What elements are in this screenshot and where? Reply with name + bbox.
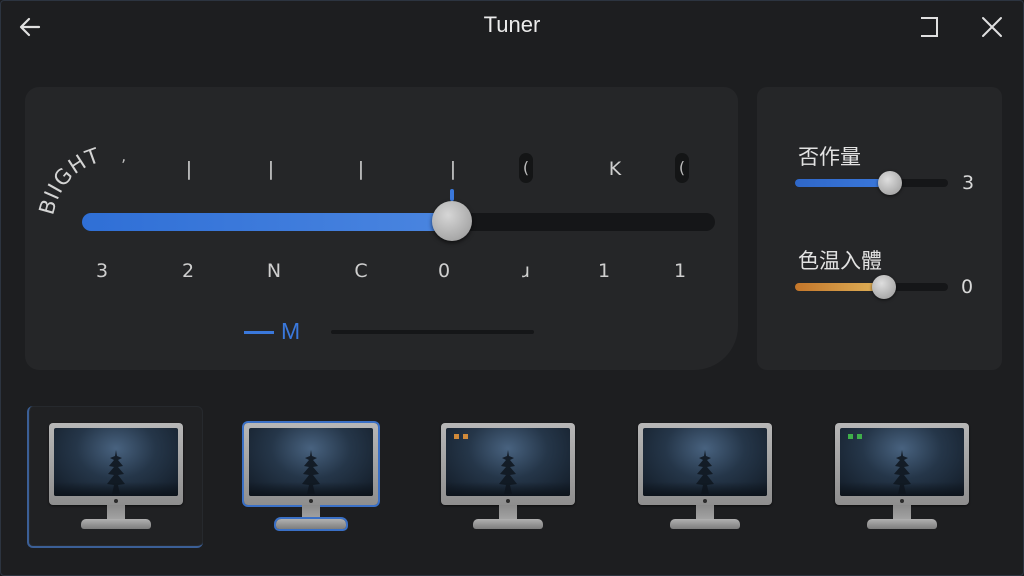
monitor-icon [441, 423, 575, 535]
side-slider-1-value: 3 [962, 172, 975, 194]
preset-badge-icon [463, 434, 468, 439]
scale-number: ɹ [522, 260, 530, 282]
adjustments-panel [757, 87, 1002, 370]
monitor-bezel [49, 423, 183, 505]
tick-mark: K [608, 158, 622, 180]
tick-pill-text: ( [678, 158, 686, 177]
monitor-bezel [638, 423, 772, 505]
monitor-icon [835, 423, 969, 535]
monitor-icon [244, 423, 378, 535]
screen-ground [446, 482, 570, 496]
preset-badge-icon [848, 434, 853, 439]
preset-tile[interactable] [618, 406, 792, 546]
power-dot [309, 499, 313, 503]
close-icon [982, 17, 1002, 37]
side-slider-1[interactable] [795, 171, 948, 195]
close-button[interactable] [978, 13, 1006, 41]
title-bar: Tuner [1, 1, 1023, 53]
monitor-bezel [835, 423, 969, 505]
side-slider-2-value: 0 [961, 276, 974, 298]
mode-track[interactable] [331, 330, 534, 334]
side-slider-label: 色温入體 [798, 249, 882, 273]
side-slider-1-thumb[interactable] [878, 171, 902, 195]
maximize-button[interactable] [915, 13, 943, 41]
power-dot [506, 499, 510, 503]
side-slider-2-thumb[interactable] [872, 275, 896, 299]
scale-number: 1 [673, 260, 687, 282]
screen-ground [249, 482, 373, 496]
preset-tile[interactable] [421, 406, 595, 546]
scale-number: 2 [181, 260, 195, 282]
side-slider-label: 否作量 [798, 145, 861, 169]
tick-pill: ( [519, 153, 533, 183]
scale-number: 3 [95, 260, 109, 282]
monitor-base [670, 519, 740, 529]
power-dot [114, 499, 118, 503]
preset-tile[interactable] [224, 406, 398, 546]
monitor-screen [249, 428, 373, 496]
monitor-icon [49, 423, 183, 535]
mode-label[interactable]: M [281, 318, 300, 345]
monitor-base [276, 519, 346, 529]
tuner-window: Tuner BIIGHT ʼ | | | | ( K ( 3 2 N C 0 ɹ… [0, 0, 1024, 576]
preset-tile[interactable] [27, 406, 203, 548]
monitor-base [81, 519, 151, 529]
monitor-screen [446, 428, 570, 496]
screen-ground [840, 482, 964, 496]
tick-mark: | [357, 158, 365, 180]
side-slider-1-fill [795, 179, 890, 187]
scale-number: C [354, 260, 368, 282]
side-slider-2[interactable] [795, 275, 948, 299]
monitor-screen [643, 428, 767, 496]
tick-pill: ( [675, 153, 689, 183]
monitor-bezel [441, 423, 575, 505]
tick-mark: | [267, 158, 275, 180]
monitor-icon [638, 423, 772, 535]
window-title: Tuner [483, 12, 541, 37]
scale-number: 1 [597, 260, 611, 282]
brightness-slider-thumb[interactable] [432, 201, 472, 241]
maximize-icon [921, 17, 938, 37]
preset-badge-icon [454, 434, 459, 439]
preset-tile[interactable] [815, 406, 989, 546]
tick-mark: | [185, 158, 193, 180]
monitor-bezel [244, 423, 378, 505]
mode-indicator-dash [244, 331, 274, 334]
scale-number: 0 [437, 260, 451, 282]
scale-number: N [266, 260, 282, 282]
screen-ground [54, 482, 178, 496]
screen-ground [643, 482, 767, 496]
brightness-slider[interactable] [82, 201, 715, 241]
preset-badge-icon [857, 434, 862, 439]
power-dot [703, 499, 707, 503]
monitor-screen [840, 428, 964, 496]
slider-position-marker [450, 189, 454, 201]
tick-pill-text: ( [522, 158, 530, 177]
monitor-screen [54, 428, 178, 496]
brightness-slider-fill [82, 213, 452, 231]
tick-mark: | [449, 158, 457, 180]
monitor-base [473, 519, 543, 529]
monitor-base [867, 519, 937, 529]
power-dot [900, 499, 904, 503]
side-slider-2-fill [795, 283, 884, 291]
